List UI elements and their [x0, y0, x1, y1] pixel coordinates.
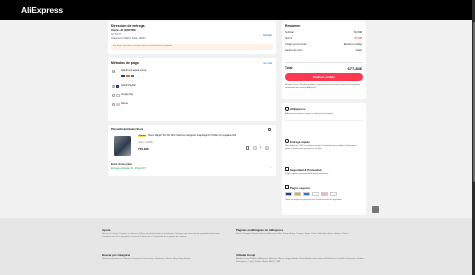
klarna-icon: [116, 103, 120, 106]
promo-code-input[interactable]: Escribe el código: [344, 43, 362, 46]
phone-warning: Por favor, introduce el número para el e…: [111, 44, 273, 50]
payment-logos: [285, 192, 363, 197]
radio-klarna[interactable]: [112, 103, 115, 106]
top-header: AliExpress: [0, 0, 475, 20]
summary-label-shipping: Gastos de envío: [285, 49, 303, 52]
fast-delivery-title: Entrega rápida: [290, 139, 310, 144]
security-title: Seguridad & Privacidad: [290, 167, 322, 172]
footer-category-title: Buscar por categoría: [102, 253, 130, 257]
radio-google-pay[interactable]: [112, 94, 115, 97]
summary-value-shipping: Gratis: [355, 49, 362, 52]
shipping-name: Charlie +34 (0)5287686: [111, 30, 136, 32]
footer-category-text[interactable]: Todos los populares, Productos, Promoció…: [102, 258, 232, 261]
summary-title: Resumen: [285, 24, 301, 28]
fast-delivery-icon: [285, 139, 289, 143]
fast-delivery-text: Reembolso de 1,00€ si no llega a tiempo.…: [285, 145, 357, 150]
klarna-label[interactable]: Klarna: [121, 103, 128, 105]
total-value: 677,84€: [347, 65, 362, 71]
footer-help-title: Ayuda: [102, 228, 111, 232]
product-variant: Negro, 512GB: [138, 142, 153, 144]
scrollbar-thumb[interactable]: [472, 22, 475, 182]
order-items-card: PhoneGlobal Spain Store Choice Honor Mag…: [108, 125, 276, 176]
footer-help-text[interactable]: Servicio al cliente, Disputas e informes…: [102, 233, 232, 239]
place-order-button[interactable]: Realizar pedido: [285, 73, 363, 81]
footer-multilang-title: Páginas multilingües de AliExpress: [236, 228, 284, 232]
change-address-link[interactable]: Cambiar: [263, 34, 272, 37]
total-label: Total: [285, 66, 293, 70]
payment-methods-card: Métodos de pago Ver más Añadir una tarje…: [108, 58, 276, 121]
summary-value-savings: -57,00€: [353, 37, 362, 40]
choice-badge: Choice: [138, 135, 147, 137]
shipping-city: Chapinería, Madrid, Spain, 28200: [111, 38, 146, 40]
qty-decrease-button[interactable]: −: [253, 146, 257, 150]
secure-pay-text: Todos tus pagos se procesan con el máxim…: [285, 199, 342, 201]
card-logos: [121, 74, 134, 78]
summary-label-savings: Ahorro: [285, 37, 293, 40]
qty-increase-button[interactable]: +: [265, 146, 269, 150]
qty-value[interactable]: 1: [260, 147, 261, 149]
trust-brand-text: AliExpress mantiene segura tu informació…: [285, 113, 334, 115]
secure-pay-title: Pagos seguros: [290, 185, 311, 190]
product-price: 722,84€: [138, 147, 149, 151]
chevron-right-icon[interactable]: ›: [270, 165, 271, 169]
visa-icon: [121, 74, 125, 78]
paypal-icon: [116, 85, 119, 88]
summary-label-subtotal: Subtotal: [285, 31, 294, 34]
shipping-title: Dirección de entrega: [111, 24, 145, 28]
view-all-payments-link[interactable]: Ver más: [263, 62, 272, 65]
terms-text: Al hacer clic en «Realizar pedido», conf…: [285, 84, 361, 89]
radio-paypal[interactable]: [112, 85, 115, 88]
googlepay-icon: [330, 192, 337, 196]
footer: Ayuda Servicio al cliente, Disputas e in…: [0, 218, 472, 275]
klarna-icon: [321, 192, 328, 196]
footer-multilang-text[interactable]: Rusia, Portugal, España, Francia, Aleman…: [236, 233, 366, 236]
amex-icon: [131, 74, 134, 78]
feedback-button[interactable]: [372, 206, 379, 213]
radio-new-card[interactable]: [112, 70, 115, 73]
new-card-label[interactable]: Añadir una tarjeta nueva: [121, 70, 146, 72]
payment-title: Métodos de pago: [111, 61, 139, 65]
amex-icon: [303, 192, 310, 196]
summary-value-subtotal: 722,84€: [353, 31, 362, 34]
shipping-street: C/7 16 37: [111, 34, 121, 36]
summary-card: Resumen Subtotal 722,84€ Ahorro -57,00€ …: [282, 21, 366, 99]
paypal-icon: [312, 192, 319, 196]
summary-label-promo: Código promocional: [285, 43, 307, 46]
trust-brand: AliExpress: [290, 107, 306, 111]
paypal-label[interactable]: Añadir PayPal: [121, 85, 136, 87]
footer-group-title: Alibaba Group: [236, 253, 256, 257]
mastercard-icon: [126, 74, 130, 78]
shipping-address-card: Dirección de entrega Charlie +34 (0)5287…: [108, 21, 276, 54]
footer-group-text[interactable]: Alibaba Group Website, AliExpress, Alima…: [236, 258, 366, 264]
edit-icon[interactable]: [268, 128, 271, 131]
google-pay-label[interactable]: Google Pay: [121, 94, 133, 96]
product-title[interactable]: Honor Magic7 Pro 5G NFC Teléfono intelig…: [148, 135, 273, 138]
google-pay-icon: [116, 94, 120, 97]
aliexpress-shield-icon: [285, 107, 289, 111]
aliexpress-logo[interactable]: AliExpress: [21, 5, 63, 15]
store-name[interactable]: PhoneGlobal Spain Store: [111, 128, 143, 131]
delete-icon[interactable]: [246, 146, 249, 150]
security-text: Pagos seguros y protección de datos pers…: [285, 173, 329, 175]
lock-icon: [285, 167, 289, 171]
visa-icon: [285, 192, 292, 196]
product-image[interactable]: [114, 136, 131, 156]
trust-info-card: AliExpress AliExpress mantiene segura tu…: [282, 103, 366, 215]
secure-payment-icon: [285, 185, 289, 189]
mastercard-icon: [294, 192, 301, 196]
delivery-date: Entrega estimada: 24 - 28 de OCT: [111, 168, 147, 170]
delivery-title: Envío: Envío gratis: [111, 164, 132, 166]
